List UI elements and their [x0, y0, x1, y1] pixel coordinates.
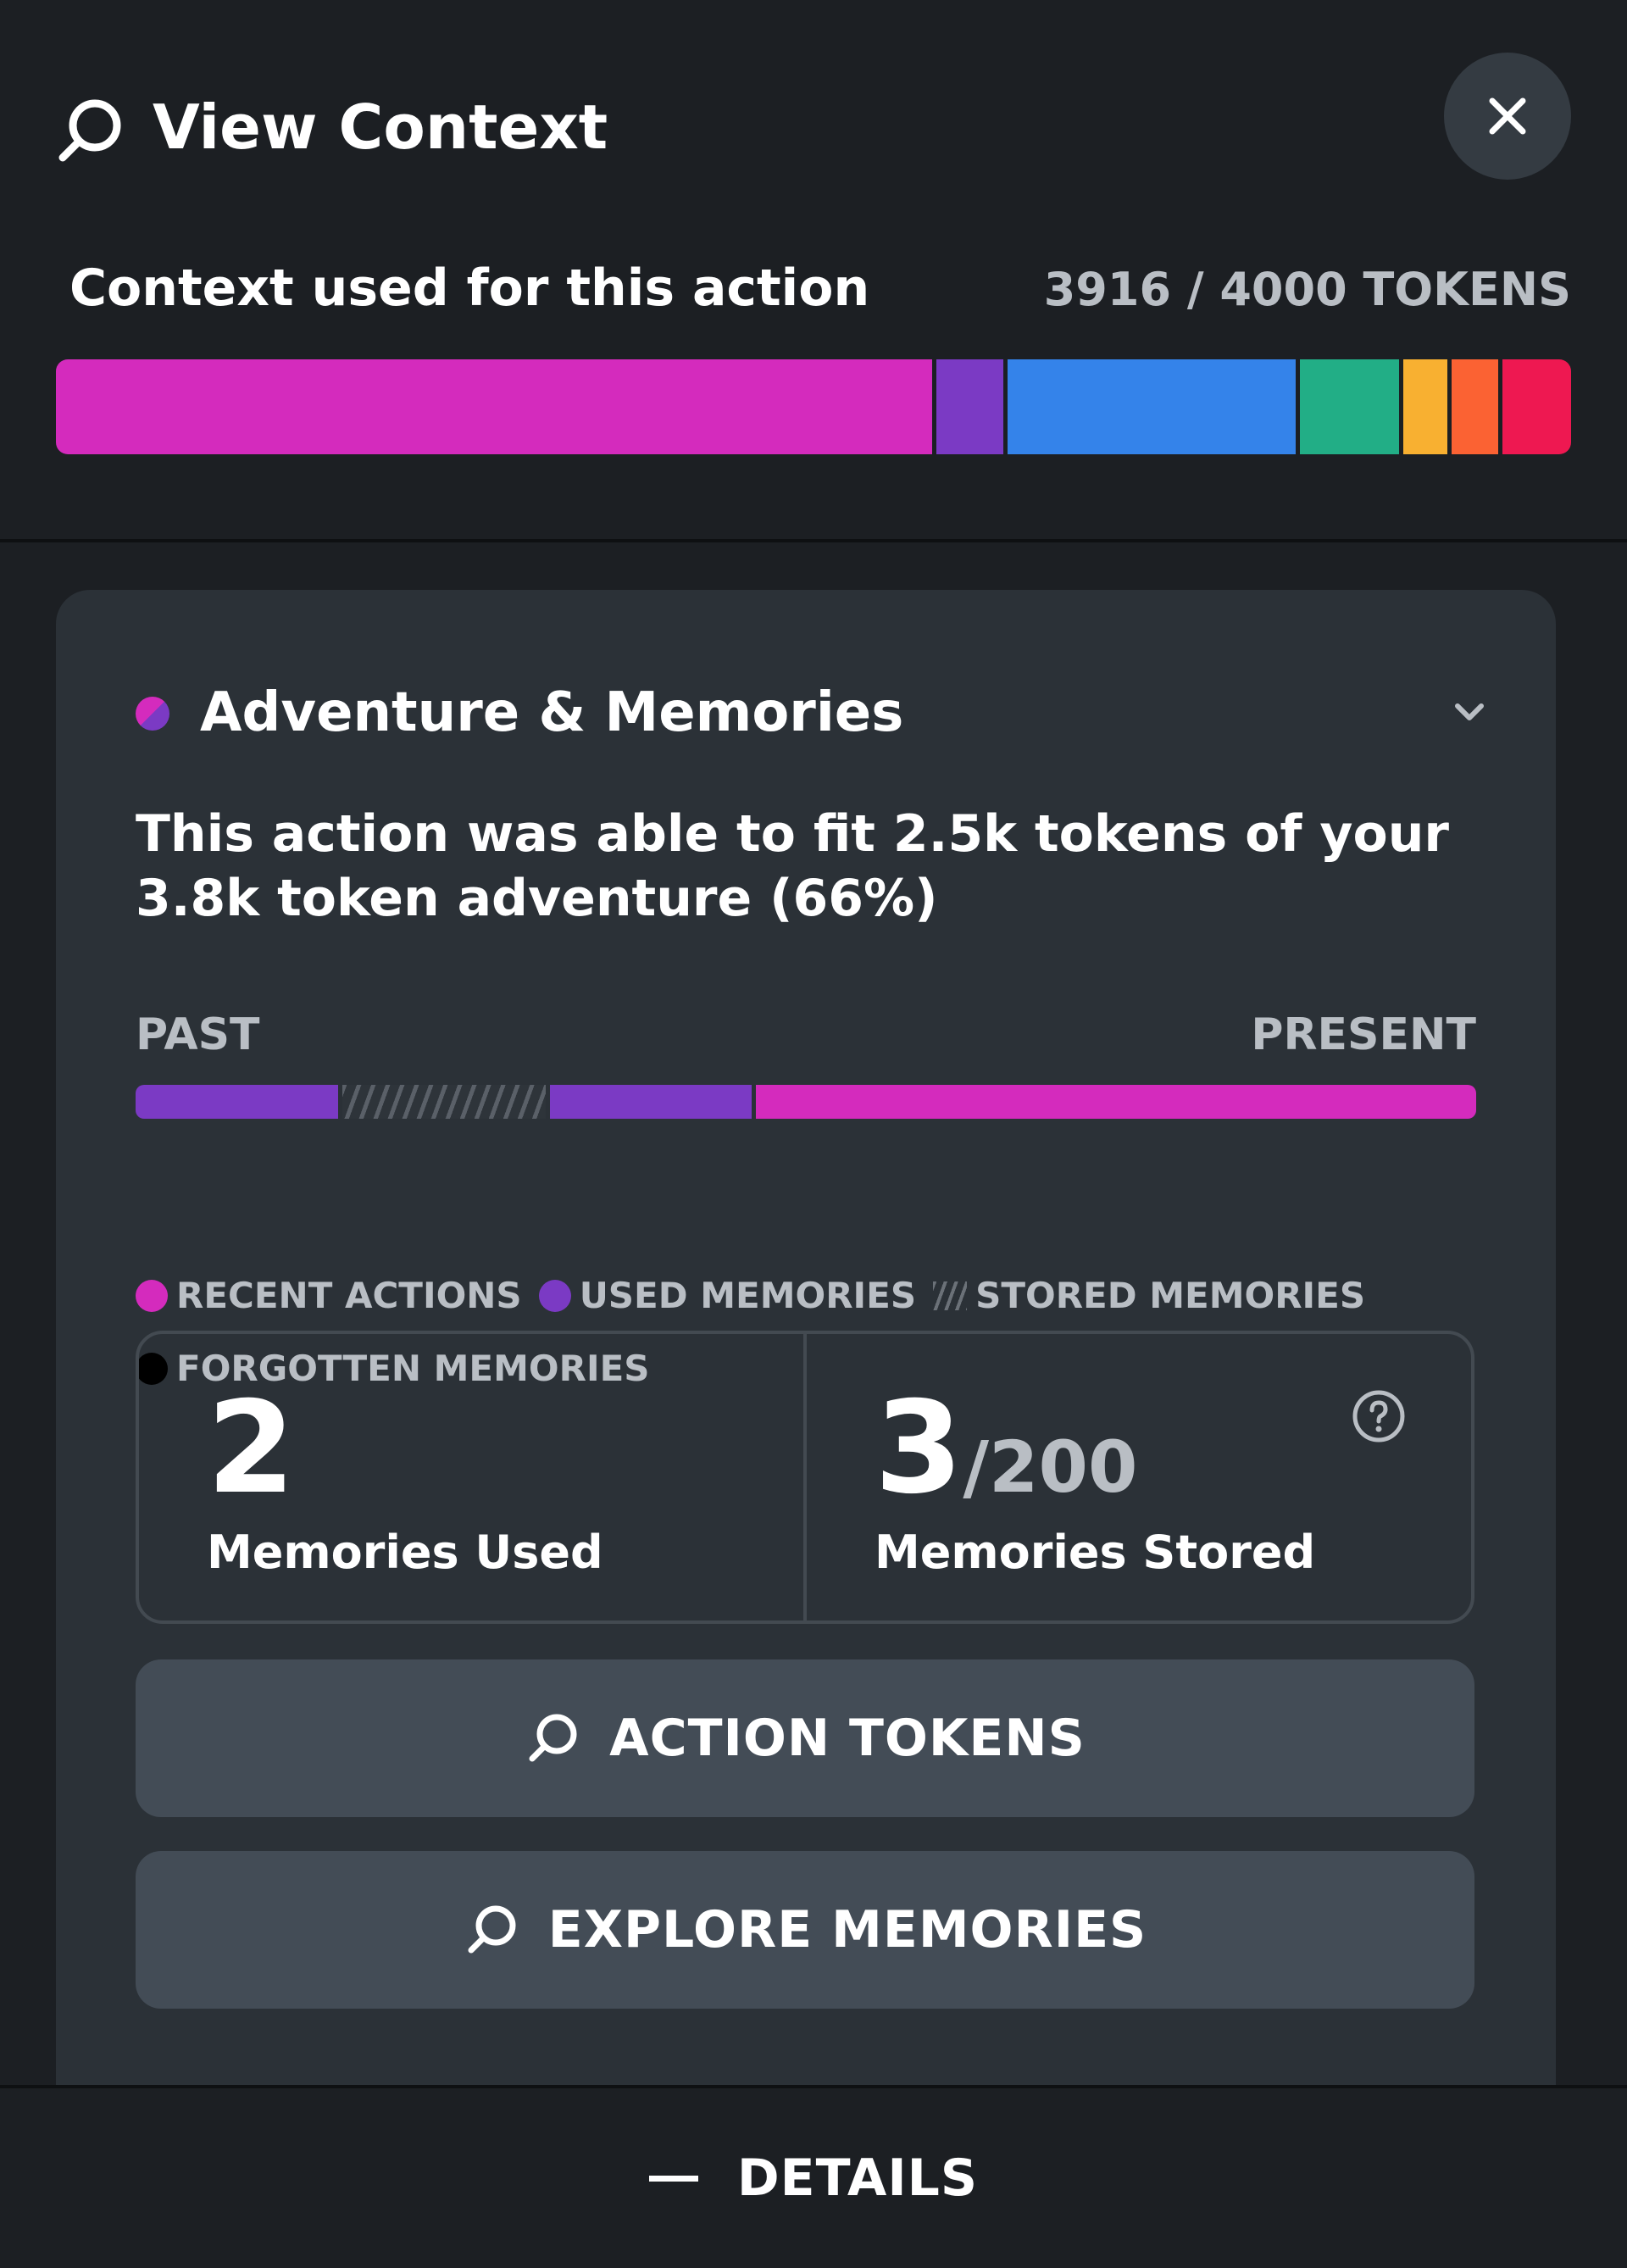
memories-stored-stat: 3/200 Memories Stored [803, 1334, 1471, 1620]
token-bar-segment[interactable] [1299, 359, 1403, 454]
used-memories-dot [538, 1279, 571, 1312]
token-bar-segment[interactable] [1007, 359, 1300, 454]
memories-used-count: 2 [207, 1375, 296, 1522]
explore-memories-label: EXPLORE MEMORIES [547, 1900, 1147, 1959]
section-color-dot [136, 697, 169, 731]
memories-used-stat: 2 Memories Used [139, 1334, 803, 1620]
token-bar-segment[interactable] [1451, 359, 1503, 454]
close-button[interactable] [1444, 53, 1571, 180]
action-tokens-button[interactable]: ACTION TOKENS [136, 1659, 1474, 1817]
context-token-bar[interactable] [56, 359, 1571, 454]
minus-icon [648, 2175, 698, 2182]
memories-stored-label: Memories Stored [875, 1526, 1316, 1579]
question-circle-icon[interactable] [1351, 1388, 1407, 1444]
legend: RECENT ACTIONS USED MEMORIES STORED MEMO… [136, 1275, 1382, 1316]
token-bar-segment[interactable] [936, 359, 1008, 454]
timeline-present-label: PRESENT [1251, 1009, 1476, 1060]
close-icon [1489, 97, 1526, 135]
search-icon [58, 99, 121, 162]
timeline-segment-stored [342, 1085, 550, 1119]
details-toggle[interactable]: DETAILS [0, 2085, 1627, 2268]
search-icon [529, 1714, 577, 1762]
recent-actions-dot [136, 1279, 168, 1312]
explore-memories-button[interactable]: EXPLORE MEMORIES [136, 1851, 1474, 2009]
token-count: 3916 / 4000 TOKENS [1043, 263, 1571, 316]
page-title: View Context [153, 92, 608, 163]
legend-stored-memories: STORED MEMORIES [933, 1275, 1365, 1316]
memory-stats: 2 Memories Used 3/200 Memories Stored [136, 1331, 1474, 1624]
memories-stored-value: 3/200 [875, 1385, 1137, 1531]
memories-stored-max: /200 [963, 1426, 1138, 1509]
adventure-memories-panel: Adventure & Memories This action was abl… [56, 590, 1556, 2087]
timeline-segment-used [549, 1085, 757, 1119]
context-label: Context used for this action [69, 258, 870, 318]
memories-used-label: Memories Used [207, 1526, 603, 1579]
context-summary: This action was able to fit 2.5k tokens … [136, 804, 1450, 928]
section-title: Adventure & Memories [200, 681, 904, 744]
token-bar-segment[interactable] [1502, 359, 1571, 454]
timeline-segment-used [136, 1085, 342, 1119]
header: View Context Context used for this actio… [0, 0, 1627, 542]
chevron-down-icon[interactable] [1447, 690, 1491, 734]
token-bar-segment[interactable] [56, 359, 936, 454]
action-tokens-label: ACTION TOKENS [609, 1709, 1086, 1768]
memories-stored-count: 3 [875, 1375, 963, 1522]
details-label: DETAILS [736, 2148, 979, 2208]
legend-recent-actions: RECENT ACTIONS [136, 1275, 522, 1316]
token-bar-segment[interactable] [1402, 359, 1452, 454]
search-icon [468, 1905, 516, 1954]
memory-timeline-bar [136, 1085, 1476, 1119]
timeline-segment-recent [756, 1085, 1476, 1119]
timeline-past-label: PAST [136, 1009, 260, 1060]
stored-memories-hatch-icon [933, 1281, 968, 1310]
legend-used-memories: USED MEMORIES [538, 1275, 916, 1316]
